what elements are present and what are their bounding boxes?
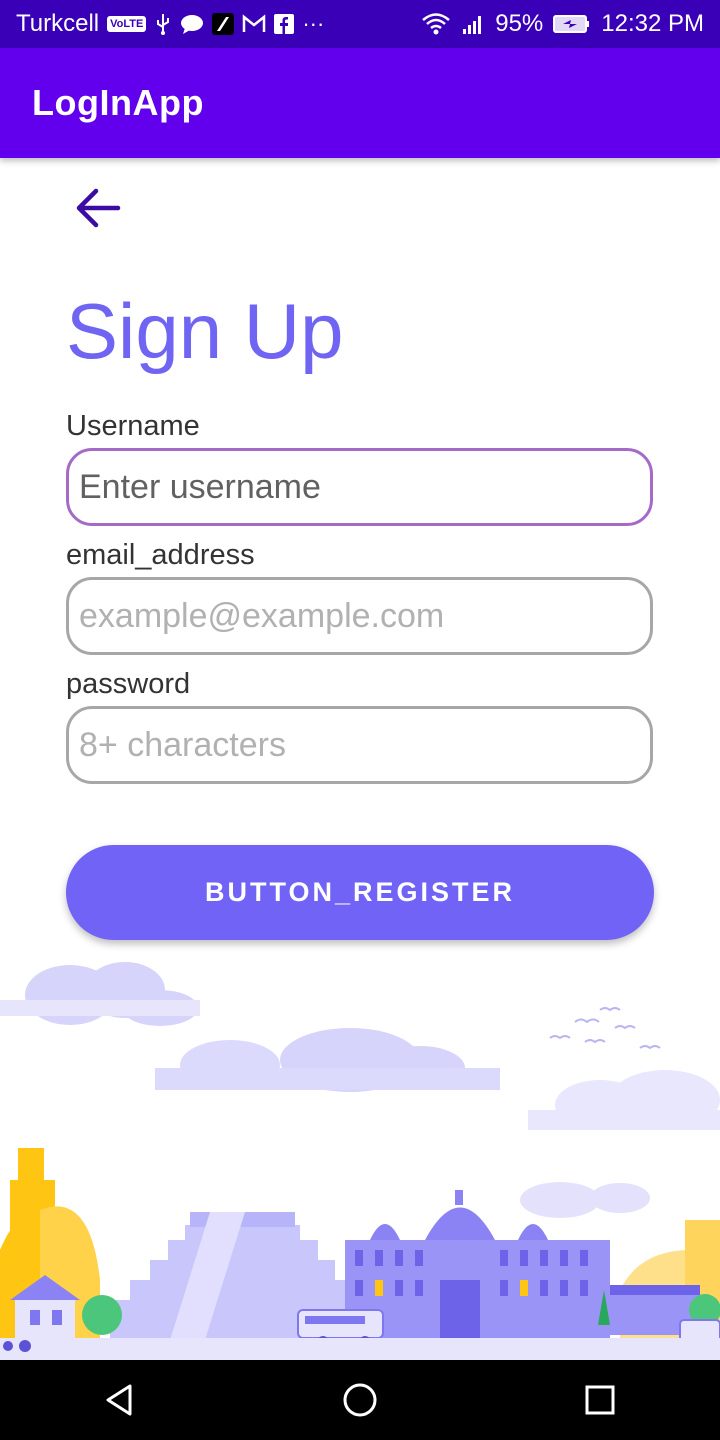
volte-icon: VoLTE [107,16,147,32]
status-right: 95% 12:32 PM [421,10,720,38]
register-button[interactable]: BUTTON_REGISTER [66,845,654,940]
gmail-icon [242,14,266,34]
username-input[interactable]: Enter username [66,448,653,526]
clouds [0,962,720,1218]
navigation-bar [0,1360,720,1440]
nav-home-button[interactable] [320,1360,400,1440]
email-input[interactable]: example@example.com [66,577,653,655]
clock-time: 12:32 PM [601,10,704,37]
triangle-back-icon [106,1384,132,1416]
password-input[interactable]: 8+ characters [66,706,653,784]
page-title: Sign Up [66,287,344,375]
username-placeholder: Enter username [79,467,321,506]
password-placeholder: 8+ characters [79,725,286,764]
email-label: email_address [66,539,255,571]
signal-icon [461,13,485,35]
arrow-left-icon [76,188,121,228]
app-icon [212,13,235,35]
username-label: Username [66,410,200,442]
wifi-icon [421,12,451,36]
nav-recents-button[interactable] [560,1360,640,1440]
status-left: Turkcell VoLTE ··· [0,10,324,38]
volte-label: VoLTE [107,16,147,32]
facebook-icon [274,14,295,34]
app-title: LogInApp [32,82,204,123]
more-notifications-icon: ··· [302,11,325,36]
carrier-name: Turkcell [16,10,100,37]
battery-percent: 95% [495,10,544,37]
app-bar: LogInApp [0,48,720,158]
birds [549,1007,661,1050]
nav-back-button[interactable] [80,1360,160,1440]
square-recents-icon [585,1385,615,1415]
back-button[interactable] [66,180,130,236]
city-illustration [0,962,720,1360]
status-bar: Turkcell VoLTE ··· 95% 12:32 PM [0,0,720,48]
email-placeholder: example@example.com [79,596,445,635]
signup-screen: Turkcell VoLTE ··· 95% 12:32 PM LogInApp… [0,0,720,1440]
battery-charging-icon [553,14,591,34]
circle-home-icon [343,1383,377,1417]
message-icon [180,13,204,35]
usb-icon [154,12,172,36]
password-label: password [66,668,191,700]
